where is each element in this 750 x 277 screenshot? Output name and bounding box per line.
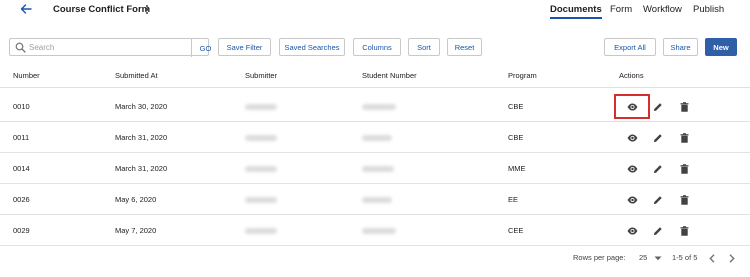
column-header-program[interactable]: Program (508, 71, 537, 80)
tab-documents[interactable]: Documents (550, 4, 602, 19)
column-header-student-number[interactable]: Student Number (362, 71, 417, 80)
delete-trash-icon[interactable] (676, 130, 692, 146)
cell-number: 0029 (13, 226, 30, 235)
toolbar: GO Save Filter Saved Searches Columns So… (0, 38, 750, 57)
redacted-student-number (362, 135, 392, 141)
redacted-student-number (362, 228, 396, 234)
new-button[interactable]: New (705, 38, 737, 56)
cell-program: CBE (508, 102, 524, 111)
chevron-left-icon[interactable] (706, 252, 718, 264)
edit-pencil-icon[interactable] (650, 161, 666, 177)
column-header-actions: Actions (619, 71, 644, 80)
delete-trash-icon[interactable] (676, 223, 692, 239)
rows-per-page-select[interactable]: 25 (639, 253, 647, 262)
table-row[interactable]: 0029 May 7, 2020 CEE (0, 215, 750, 246)
view-eye-icon[interactable] (624, 161, 640, 177)
cell-number: 0011 (13, 133, 30, 142)
chevron-down-icon[interactable] (652, 252, 664, 264)
cell-submitted-at: March 31, 2020 (115, 164, 168, 173)
cell-program: MME (508, 164, 526, 173)
saved-searches-button[interactable]: Saved Searches (279, 38, 345, 56)
reset-button[interactable]: Reset (447, 38, 482, 56)
redacted-submitter (245, 135, 277, 141)
highlight-box (614, 94, 650, 119)
column-header-submitter[interactable]: Submitter (245, 71, 277, 80)
view-eye-icon[interactable] (624, 130, 640, 146)
search-box: GO (9, 38, 211, 57)
cell-submitted-at: March 30, 2020 (115, 102, 168, 111)
redacted-student-number (362, 197, 392, 203)
search-icon (15, 42, 26, 53)
redacted-submitter (245, 166, 277, 172)
redacted-submitter (245, 104, 277, 110)
cell-number: 0010 (13, 102, 30, 111)
tab-workflow[interactable]: Workflow (643, 4, 682, 15)
cell-submitted-at: May 6, 2020 (115, 195, 157, 204)
top-bar: Course Conflict Form Documents Form Work… (0, 0, 750, 20)
redacted-submitter (245, 228, 277, 234)
delete-trash-icon[interactable] (676, 192, 692, 208)
edit-pencil-icon[interactable] (650, 192, 666, 208)
edit-pencil-icon[interactable] (650, 99, 666, 115)
save-filter-button[interactable]: Save Filter (218, 38, 271, 56)
tab-form[interactable]: Form (610, 4, 632, 15)
search-input[interactable] (29, 40, 189, 54)
edit-pencil-icon[interactable] (650, 130, 666, 146)
table-header: Number Submitted At Submitter Student Nu… (0, 64, 750, 88)
columns-button[interactable]: Columns (353, 38, 401, 56)
table-row[interactable]: 0026 May 6, 2020 EE (0, 184, 750, 215)
redacted-student-number (362, 104, 396, 110)
cell-program: EE (508, 195, 519, 204)
cell-submitted-at: March 31, 2020 (115, 133, 168, 142)
view-eye-icon[interactable] (624, 223, 640, 239)
table-row[interactable]: 0014 March 31, 2020 MME (0, 153, 750, 184)
cell-number: 0026 (13, 195, 30, 204)
delete-trash-icon[interactable] (676, 161, 692, 177)
edit-pencil-icon[interactable] (650, 223, 666, 239)
chevron-right-icon[interactable] (726, 252, 738, 264)
redacted-student-number (362, 166, 394, 172)
cell-program: CEE (508, 226, 524, 235)
cell-program: CBE (508, 133, 524, 142)
view-eye-icon[interactable] (624, 192, 640, 208)
tab-publish[interactable]: Publish (693, 4, 724, 15)
table-row[interactable]: 0011 March 31, 2020 CBE (0, 122, 750, 153)
cell-number: 0014 (13, 164, 30, 173)
nav-tabs: Documents Form Workflow Publish (0, 4, 750, 20)
column-header-number[interactable]: Number (13, 71, 40, 80)
redacted-submitter (245, 197, 277, 203)
go-button[interactable]: GO (191, 39, 219, 57)
share-button[interactable]: Share (663, 38, 698, 56)
column-header-submitted-at[interactable]: Submitted At (115, 71, 158, 80)
cell-submitted-at: May 7, 2020 (115, 226, 157, 235)
rows-per-page-label: Rows per page: (573, 253, 626, 262)
delete-trash-icon[interactable] (676, 99, 692, 115)
export-all-button[interactable]: Export All (604, 38, 656, 56)
pagination-bar: Rows per page: 25 1-5 of 5 (0, 250, 750, 268)
sort-button[interactable]: Sort (408, 38, 440, 56)
pagination-range: 1-5 of 5 (672, 253, 698, 262)
